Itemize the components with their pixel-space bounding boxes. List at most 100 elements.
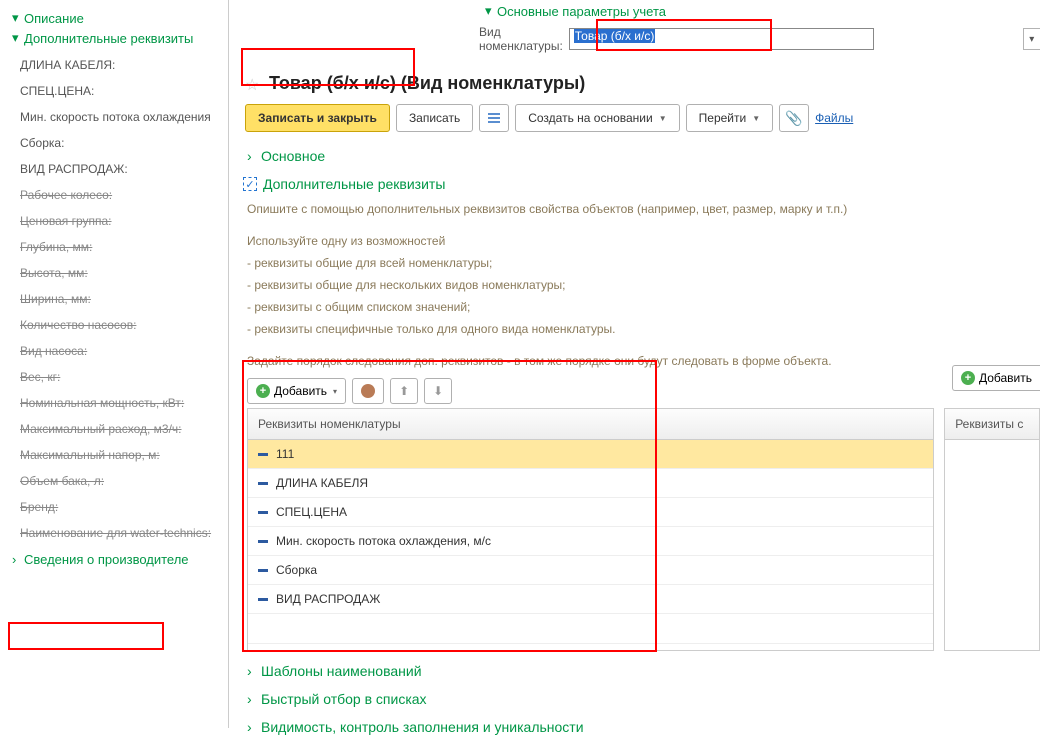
prop-row: Бренд: xyxy=(20,500,228,514)
table-row[interactable]: ДЛИНА КАБЕЛЯ xyxy=(248,469,933,498)
section-label: Основное xyxy=(261,148,325,164)
prop-row: ВИД РАСПРОДАЖ: xyxy=(20,162,228,176)
chevron-down-icon: ▼ xyxy=(752,114,760,123)
prop-row: Вес, кг: xyxy=(20,370,228,384)
section-svedeniya[interactable]: › Сведения о производителе xyxy=(12,552,228,567)
dash-icon xyxy=(258,482,268,485)
table-toolbar-left: + Добавить ▾ ⬆ ⬇ xyxy=(229,372,1040,404)
remove-button[interactable] xyxy=(352,378,384,404)
chevron-right-icon: › xyxy=(247,663,261,679)
prop-row: Объем бака, л: xyxy=(20,474,228,488)
prop-row: Рабочее колесо: xyxy=(20,188,228,202)
dash-icon xyxy=(258,511,268,514)
prop-row: Номинальная мощность, кВт: xyxy=(20,396,228,410)
save-close-button[interactable]: Записать и закрыть xyxy=(245,104,390,132)
save-button[interactable]: Записать xyxy=(396,104,473,132)
table-row[interactable]: 111 xyxy=(248,440,933,469)
section-shablony[interactable]: › Шаблоны наименований xyxy=(229,657,1040,685)
dash-icon xyxy=(258,569,268,572)
button-label: Перейти xyxy=(699,111,747,125)
prop-row: Вид насоса: xyxy=(20,344,228,358)
files-link[interactable]: Файлы xyxy=(815,111,853,125)
prop-row: СПЕЦ.ЦЕНА: xyxy=(20,84,228,98)
add-button[interactable]: + Добавить ▾ xyxy=(247,378,346,404)
description-text: Используйте одну из возможностей xyxy=(229,230,1040,252)
left-sidebar: ▾ Описание ▾ Дополнительные реквизиты ДЛ… xyxy=(0,0,228,728)
cell-text: ДЛИНА КАБЕЛЯ xyxy=(276,476,368,490)
section-osnovnoe[interactable]: › Основное xyxy=(229,142,1040,170)
cell-text: СПЕЦ.ЦЕНА xyxy=(276,505,347,519)
vid-nomenklatury-input[interactable]: Товар (б/х и/с) xyxy=(569,28,874,50)
add-button-right[interactable]: + Добавить xyxy=(952,365,1040,391)
chevron-down-icon: ▾ xyxy=(12,10,24,26)
title-row: ☆ Товар (б/х и/с) (Вид номенклатуры) xyxy=(229,59,1040,104)
button-label: Создать на основании xyxy=(528,111,653,125)
move-up-button[interactable]: ⬆ xyxy=(390,378,418,404)
prop-row: Ширина, мм: xyxy=(20,292,228,306)
button-label: Добавить xyxy=(274,384,327,398)
dash-icon xyxy=(258,598,268,601)
section-dop-rekvizity-main[interactable]: ✓ Дополнительные реквизиты xyxy=(229,170,1040,198)
list-icon-button[interactable] xyxy=(479,104,509,132)
goto-button[interactable]: Перейти ▼ xyxy=(686,104,773,132)
cell-text: Мин. скорость потока охлаждения, м/с xyxy=(276,534,491,548)
vid-nomenklatury-row: Вид номенклатуры: Товар (б/х и/с) ▾ ▫ xyxy=(229,19,1040,59)
table-row[interactable]: Сборка xyxy=(248,556,933,585)
cell-text: Сборка xyxy=(276,563,317,577)
prop-row: Максимальный напор, м: xyxy=(20,448,228,462)
favorite-star-icon[interactable]: ☆ xyxy=(245,75,263,93)
section-dop-rekvizity[interactable]: ▾ Дополнительные реквизиты xyxy=(12,30,228,46)
cell-text: 111 xyxy=(276,447,294,461)
section-label: Шаблоны наименований xyxy=(261,663,422,679)
rekvizity-table: Реквизиты номенклатуры 111 ДЛИНА КАБЕЛЯ … xyxy=(247,408,934,651)
table-row[interactable]: СПЕЦ.ЦЕНА xyxy=(248,498,933,527)
description-text: Задайте порядок следования доп. реквизит… xyxy=(229,350,1040,372)
plus-icon: + xyxy=(961,371,975,385)
page-title: Товар (б/х и/с) (Вид номенклатуры) xyxy=(269,73,585,94)
dropdown-button[interactable]: ▾ xyxy=(1023,28,1040,50)
section-osnovnye[interactable]: Основные параметры учета xyxy=(497,4,666,19)
list-icon xyxy=(488,113,500,123)
table-body-empty xyxy=(945,440,1039,650)
prop-row: Глубина, мм: xyxy=(20,240,228,254)
description-bullet: - реквизиты общие для всей номенклатуры; xyxy=(229,252,1040,274)
table-header: Реквизиты с xyxy=(945,409,1039,440)
paperclip-icon: 📎 xyxy=(785,110,802,127)
table-row[interactable]: Мин. скорость потока охлаждения, м/с xyxy=(248,527,933,556)
description-text: Опишите с помощью дополнительных реквизи… xyxy=(229,198,1040,220)
description-bullet: - реквизиты специфичные только для одног… xyxy=(229,318,1040,340)
prop-row: Мин. скорость потока охлаждения xyxy=(20,110,228,124)
section-label: Дополнительные реквизиты xyxy=(263,176,445,192)
chevron-down-icon: ▾ xyxy=(333,387,337,396)
button-label: Добавить xyxy=(979,371,1032,385)
chevron-right-icon: › xyxy=(247,148,261,164)
section-bystryj[interactable]: › Быстрый отбор в списках xyxy=(229,685,1040,713)
chevron-down-icon: ▼ xyxy=(659,114,667,123)
vid-label: Вид номенклатуры: xyxy=(239,25,563,53)
section-vidimost[interactable]: › Видимость, контроль заполнения и уника… xyxy=(229,713,1040,741)
dash-icon xyxy=(258,453,268,456)
table-row[interactable]: ВИД РАСПРОДАЖ xyxy=(248,585,933,614)
prop-row: Высота, мм: xyxy=(20,266,228,280)
section-label: Быстрый отбор в списках xyxy=(261,691,427,707)
chevron-right-icon: › xyxy=(247,691,261,707)
move-down-button[interactable]: ⬇ xyxy=(424,378,452,404)
attach-button[interactable]: 📎 xyxy=(779,104,809,132)
chevron-right-icon: › xyxy=(247,719,261,735)
table-row-empty xyxy=(248,614,933,644)
dash-icon xyxy=(258,540,268,543)
rekvizity-table-right: Реквизиты с xyxy=(944,408,1040,651)
top-section-row: ▾ Основные параметры учета xyxy=(229,0,1040,19)
chevron-down-icon: ▾ xyxy=(485,3,497,19)
section-label: Дополнительные реквизиты xyxy=(24,31,193,46)
minus-icon xyxy=(361,384,375,398)
section-label: Видимость, контроль заполнения и уникаль… xyxy=(261,719,584,735)
table-header: Реквизиты номенклатуры xyxy=(248,409,933,440)
chevron-right-icon: › xyxy=(12,552,24,567)
section-opisanie[interactable]: ▾ Описание xyxy=(12,10,228,26)
main-panel: ▾ Основные параметры учета Вид номенклат… xyxy=(228,0,1040,728)
chevron-down-icon: ▾ xyxy=(12,30,24,46)
create-based-button[interactable]: Создать на основании ▼ xyxy=(515,104,679,132)
vid-value-selected: Товар (б/х и/с) xyxy=(574,29,656,43)
checkbox-icon[interactable]: ✓ xyxy=(243,177,257,191)
